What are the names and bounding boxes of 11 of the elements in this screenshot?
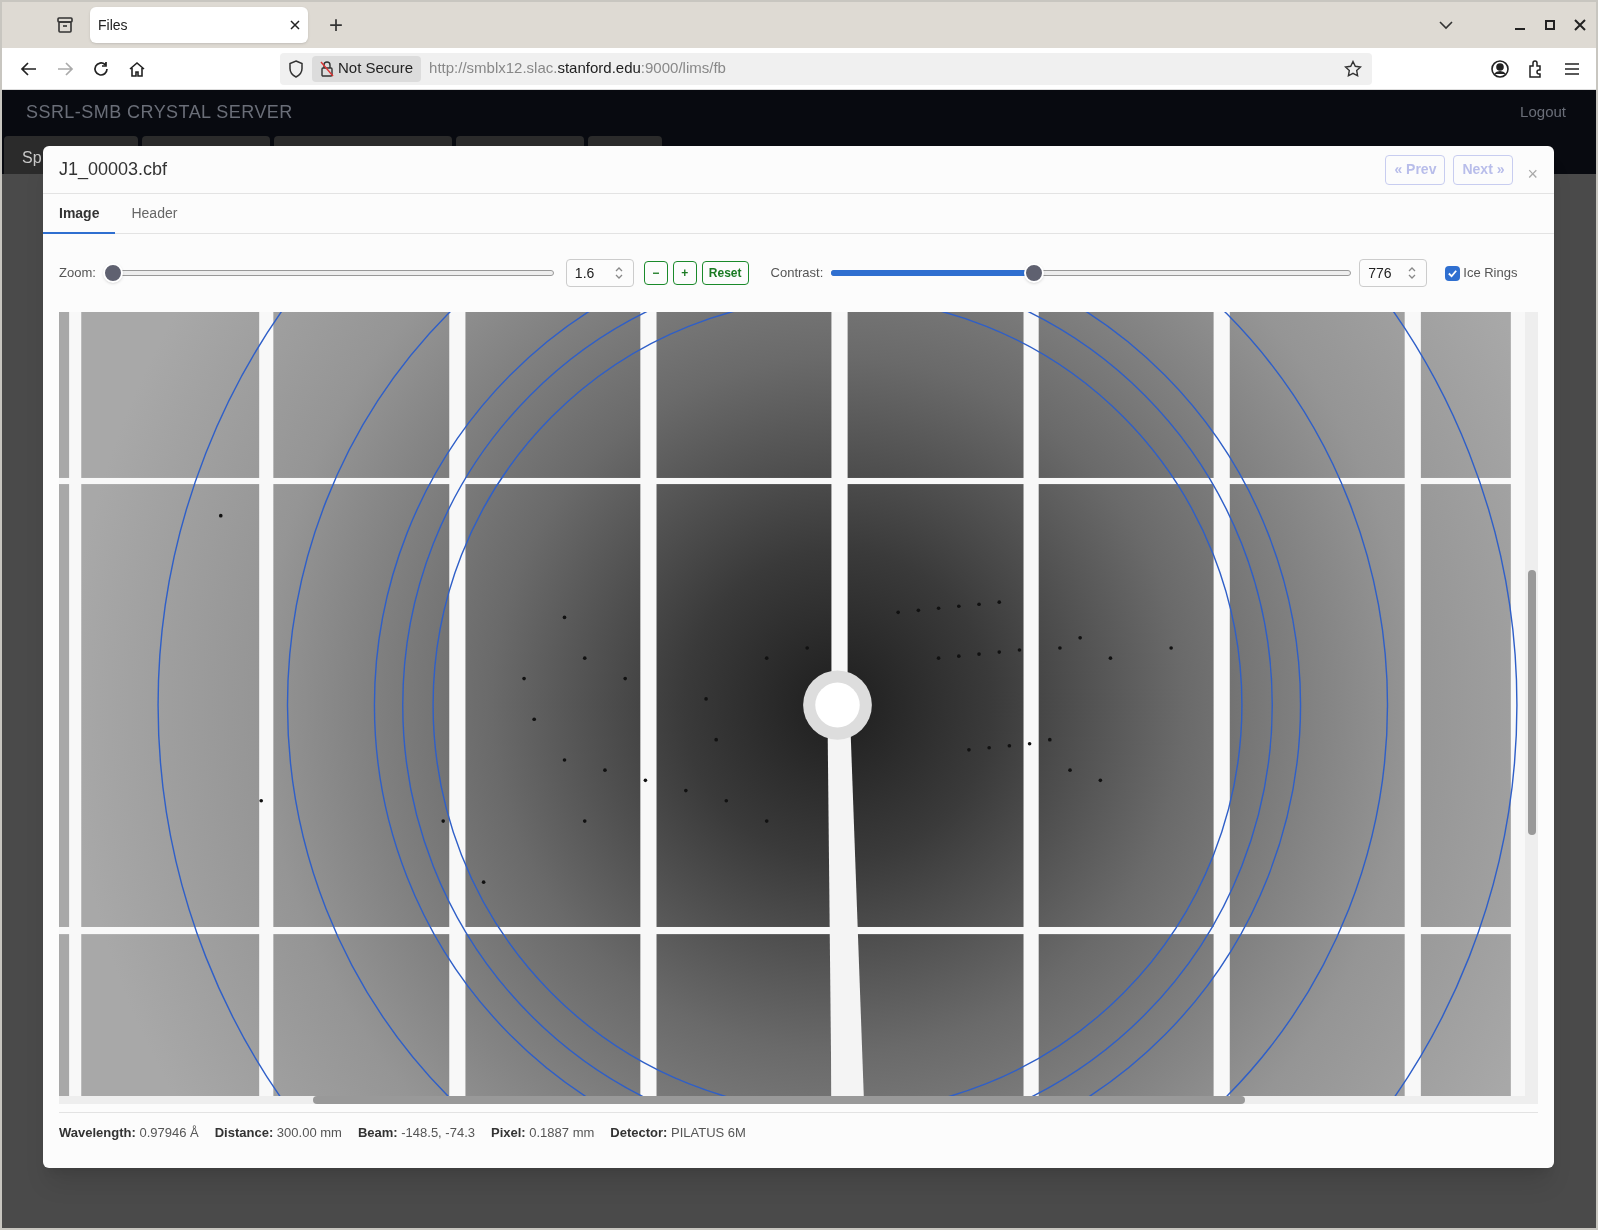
contrast-label: Contrast: bbox=[770, 264, 824, 283]
app-title: SSRL-SMB CRYSTAL SERVER bbox=[26, 100, 293, 124]
image-info-text: Wavelength: 0.97946 Å bbox=[59, 1123, 199, 1142]
zoom-label: Zoom: bbox=[59, 264, 96, 283]
image-info-text: Pixel: 0.1887 mm bbox=[490, 1123, 595, 1142]
image-info-text: Distance: 300.00 mm bbox=[214, 1123, 342, 1142]
image-info-text: Beam: -148.5, -74.3 bbox=[357, 1123, 475, 1142]
dialog-title: J1_00003.cbf bbox=[59, 158, 168, 182]
url-text: http://smblx12.slac.stanford.edu:9000/lims/fb bbox=[429, 58, 726, 79]
image-info-text: Detector: PILATUS 6M bbox=[610, 1123, 746, 1142]
tab-title: Files bbox=[98, 15, 128, 35]
